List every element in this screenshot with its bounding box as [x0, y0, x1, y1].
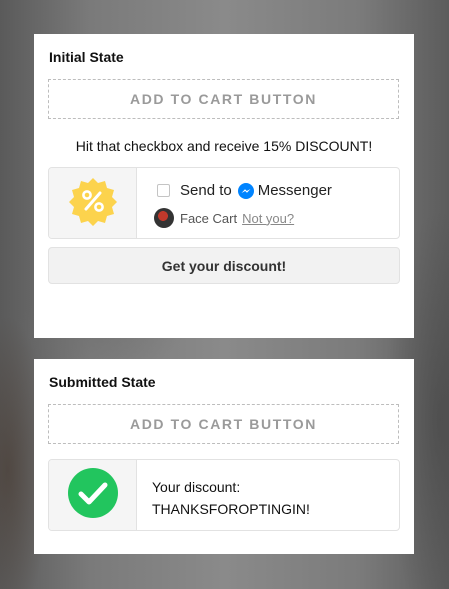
discount-result-panel: Your discount: THANKSFOROPTINGIN!: [48, 459, 400, 531]
discount-percent-badge-icon: [68, 176, 118, 231]
send-to-messenger-checkbox[interactable]: [157, 184, 170, 197]
discount-body: Your discount: THANKSFOROPTINGIN!: [137, 460, 399, 530]
discount-text: Your discount: THANKSFOROPTINGIN!: [152, 476, 310, 520]
success-check-icon: [67, 467, 118, 523]
avatar: [154, 208, 174, 228]
user-name: Face Cart: [180, 210, 238, 226]
messenger-icon: [237, 182, 254, 199]
promo-text: Hit that checkbox and receive 15% DISCOU…: [75, 138, 373, 154]
add-to-cart-button[interactable]: ADD TO CART BUTTON: [48, 404, 399, 444]
card-title: Initial State: [49, 49, 124, 65]
discount-code: THANKSFOROPTINGIN!: [152, 501, 310, 517]
card-title: Submitted State: [49, 374, 156, 390]
user-row: Face Cart Not you?: [154, 208, 294, 228]
submitted-state-card: Submitted State ADD TO CART BUTTON Your …: [34, 359, 414, 554]
send-to-messenger-row: Send to Messenger: [157, 182, 332, 199]
get-discount-button[interactable]: Get your discount!: [48, 247, 400, 284]
optin-body: Send to Messenger Face Cart Not you?: [137, 168, 399, 238]
check-area: [49, 460, 137, 530]
not-you-link[interactable]: Not you?: [242, 211, 294, 226]
send-to-label: Send to: [180, 182, 232, 199]
initial-state-card: Initial State ADD TO CART BUTTON Hit tha…: [34, 34, 414, 338]
discount-label: Your discount:: [152, 479, 241, 495]
add-to-cart-button[interactable]: ADD TO CART BUTTON: [48, 79, 399, 119]
badge-area: [49, 168, 137, 238]
messenger-label: Messenger: [257, 182, 332, 199]
messenger-optin-panel: Send to Messenger Face Cart Not you?: [48, 167, 400, 239]
